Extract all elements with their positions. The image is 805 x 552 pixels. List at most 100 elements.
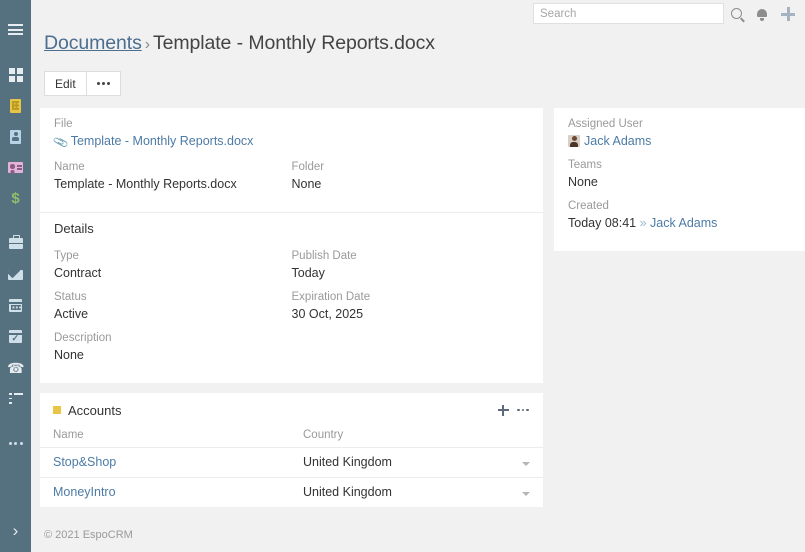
breadcrumb-link-documents[interactable]: Documents (44, 32, 142, 54)
calendar-icon (9, 299, 22, 312)
field-status: Status Active (54, 290, 292, 322)
field-created-value: Today 08:41 » Jack Adams (568, 215, 791, 231)
sidebar-item-opportunities[interactable]: $ (0, 183, 31, 214)
caret-down-icon[interactable] (522, 492, 530, 496)
ellipsis-icon (517, 408, 529, 412)
page-header: Documents › Template - Monthly Reports.doc… (31, 28, 805, 55)
sidebar-item-accounts[interactable] (0, 90, 31, 121)
sidebar-item-dashboard[interactable] (0, 59, 31, 90)
accounts-add-button[interactable] (493, 402, 513, 418)
side-panel: Assigned User Jack Adams Teams None Crea… (554, 108, 805, 251)
envelope-icon (8, 269, 23, 280)
accounts-panel: Accounts Name Country Stop&Shop United K… (40, 393, 543, 507)
footer-text: © 2021 EspoCRM (44, 529, 133, 541)
ellipsis-icon (96, 82, 110, 85)
sidebar-item-menu-toggle[interactable] (0, 14, 31, 45)
created-separator: » (639, 216, 647, 230)
column-header-name[interactable]: Name (40, 425, 290, 448)
field-name-label: Name (54, 161, 85, 173)
field-folder-label: Folder (291, 161, 325, 173)
grid-icon (8, 67, 23, 82)
accounts-menu-button[interactable] (513, 402, 533, 418)
hamburger-icon (8, 24, 23, 35)
record-toolbar: Edit (44, 71, 805, 96)
field-teams-label: Teams (568, 159, 602, 171)
field-name: Name Template - Monthly Reports.docx (54, 160, 292, 192)
sidebar-item-stream[interactable] (0, 383, 31, 414)
table-header-row: Name Country (40, 425, 543, 448)
assigned-user-link[interactable]: Jack Adams (584, 134, 651, 148)
field-description-label: Description (54, 332, 112, 344)
sidebar-item-tasks[interactable] (0, 321, 31, 352)
avatar (568, 135, 580, 147)
column-header-country[interactable]: Country (290, 425, 509, 448)
record-main-column: File 📎Template - Monthly Reports.docx Na… (40, 108, 543, 507)
account-country-cell: United Kingdom (290, 447, 509, 478)
column-header-actions (509, 425, 543, 448)
details-section-title: Details (54, 221, 94, 236)
caret-down-icon[interactable] (522, 462, 530, 466)
paperclip-icon: 📎 (52, 135, 70, 151)
accounts-panel-header: Accounts (40, 393, 543, 425)
record-side-column: Assigned User Jack Adams Teams None Crea… (554, 108, 805, 251)
ellipsis-icon (8, 441, 23, 446)
sidebar-expand-button[interactable]: › (0, 518, 31, 542)
field-assigned-user-value: Jack Adams (568, 133, 791, 149)
search-button[interactable] (725, 3, 747, 24)
field-folder-value: None (291, 177, 322, 191)
edit-button[interactable]: Edit (44, 71, 87, 96)
field-type-value: Contract (54, 266, 102, 280)
sidebar-item-calendar[interactable] (0, 290, 31, 321)
briefcase-icon (8, 235, 23, 249)
field-expiration-date: Expiration Date 30 Oct, 2025 (292, 290, 530, 322)
list-icon (8, 393, 23, 404)
page-title: Template - Monthly Reports.docx (152, 32, 435, 54)
sidebar-item-calls[interactable]: ☎ (0, 352, 31, 383)
search-input[interactable] (533, 3, 724, 24)
accounts-panel-actions (493, 402, 533, 418)
field-publish-date: Publish Date Today (292, 249, 530, 281)
sidebar-item-leads[interactable] (0, 152, 31, 183)
accounts-table: Name Country Stop&Shop United Kingdom Mo… (40, 425, 543, 507)
phone-icon: ☎ (6, 359, 25, 376)
side-panel-fields: Assigned User Jack Adams Teams None Crea… (554, 108, 805, 251)
row-actions-cell (509, 447, 543, 478)
table-row: Stop&Shop United Kingdom (40, 447, 543, 478)
breadcrumb: Documents › Template - Monthly Reports.doc… (44, 32, 805, 55)
created-timestamp: Today 08:41 (568, 216, 637, 230)
account-name-cell: MoneyIntro (40, 478, 290, 508)
overview-fields: File 📎Template - Monthly Reports.docx Na… (40, 108, 543, 212)
contact-card-icon (8, 162, 23, 173)
field-created: Created Today 08:41 » Jack Adams (568, 199, 791, 231)
field-type-label: Type (54, 250, 79, 262)
sidebar-item-emails[interactable] (0, 259, 31, 290)
sidebar-item-cases[interactable] (0, 228, 31, 259)
record-body: File 📎Template - Monthly Reports.docx Na… (31, 108, 805, 507)
field-file-value: 📎Template - Monthly Reports.docx (52, 133, 529, 151)
quick-create-button[interactable] (777, 3, 799, 24)
field-type: Type Contract (54, 249, 292, 281)
footer: © 2021 EspoCRM (31, 529, 805, 552)
file-link[interactable]: Template - Monthly Reports.docx (71, 134, 254, 148)
search-container (533, 3, 724, 24)
sidebar-item-more[interactable] (0, 428, 31, 459)
sidebar-item-contacts[interactable] (0, 121, 31, 152)
field-teams: Teams None (568, 158, 791, 190)
field-expiration-date-value: 30 Oct, 2025 (291, 307, 364, 321)
field-description: Description None (54, 331, 529, 363)
created-by-link[interactable]: Jack Adams (650, 216, 717, 230)
field-expiration-date-label: Expiration Date (291, 291, 371, 303)
account-link[interactable]: Stop&Shop (53, 455, 116, 469)
field-publish-date-value: Today (291, 266, 325, 280)
details-fields: Type Contract Publish Date Today Status … (40, 240, 543, 383)
record-actions-button[interactable] (85, 71, 121, 96)
breadcrumb-separator: › (144, 36, 150, 53)
field-teams-value: None (568, 175, 598, 189)
magnifier-icon (730, 8, 742, 19)
main-content: Documents›Template - Monthly Reports.doc… (31, 0, 805, 552)
account-link[interactable]: MoneyIntro (53, 485, 116, 499)
notifications-button[interactable] (751, 3, 773, 24)
